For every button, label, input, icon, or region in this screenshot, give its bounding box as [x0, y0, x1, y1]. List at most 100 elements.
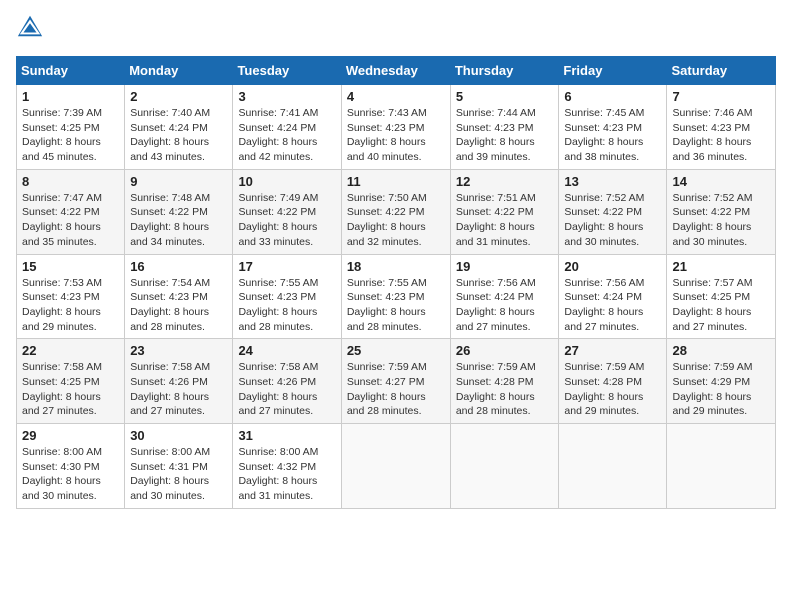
day-info: Sunrise: 7:48 AMSunset: 4:22 PMDaylight:… — [130, 191, 227, 250]
day-info: Sunrise: 7:59 AMSunset: 4:27 PMDaylight:… — [347, 360, 445, 419]
day-number: 11 — [347, 174, 445, 189]
day-number: 14 — [672, 174, 770, 189]
day-number: 16 — [130, 259, 227, 274]
calendar-cell — [450, 424, 559, 509]
day-number: 2 — [130, 89, 227, 104]
day-number: 20 — [564, 259, 661, 274]
day-number: 21 — [672, 259, 770, 274]
logo-icon — [16, 12, 44, 40]
calendar-cell: 10 Sunrise: 7:49 AMSunset: 4:22 PMDayligh… — [233, 169, 341, 254]
day-number: 10 — [238, 174, 335, 189]
day-info: Sunrise: 7:43 AMSunset: 4:23 PMDaylight:… — [347, 106, 445, 165]
day-number: 7 — [672, 89, 770, 104]
day-info: Sunrise: 7:52 AMSunset: 4:22 PMDaylight:… — [564, 191, 661, 250]
day-info: Sunrise: 7:40 AMSunset: 4:24 PMDaylight:… — [130, 106, 227, 165]
calendar-dow-wednesday: Wednesday — [341, 57, 450, 85]
calendar-dow-saturday: Saturday — [667, 57, 776, 85]
calendar-cell — [559, 424, 667, 509]
calendar-cell: 11 Sunrise: 7:50 AMSunset: 4:22 PMDayligh… — [341, 169, 450, 254]
day-info: Sunrise: 7:58 AMSunset: 4:25 PMDaylight:… — [22, 360, 119, 419]
day-info: Sunrise: 8:00 AMSunset: 4:30 PMDaylight:… — [22, 445, 119, 504]
day-info: Sunrise: 7:59 AMSunset: 4:29 PMDaylight:… — [672, 360, 770, 419]
day-number: 17 — [238, 259, 335, 274]
calendar-cell — [667, 424, 776, 509]
calendar-cell: 3 Sunrise: 7:41 AMSunset: 4:24 PMDaylight… — [233, 85, 341, 170]
calendar-cell: 18 Sunrise: 7:55 AMSunset: 4:23 PMDayligh… — [341, 254, 450, 339]
day-number: 18 — [347, 259, 445, 274]
calendar-cell: 29 Sunrise: 8:00 AMSunset: 4:30 PMDayligh… — [17, 424, 125, 509]
day-number: 3 — [238, 89, 335, 104]
calendar-cell: 2 Sunrise: 7:40 AMSunset: 4:24 PMDaylight… — [125, 85, 233, 170]
calendar-cell: 24Sunrise: 7:58 AMSunset: 4:26 PMDayligh… — [233, 339, 341, 424]
day-info: Sunrise: 7:50 AMSunset: 4:22 PMDaylight:… — [347, 191, 445, 250]
day-info: Sunrise: 7:56 AMSunset: 4:24 PMDaylight:… — [564, 276, 661, 335]
day-info: Sunrise: 7:55 AMSunset: 4:23 PMDaylight:… — [347, 276, 445, 335]
day-number: 28 — [672, 343, 770, 358]
calendar-table: SundayMondayTuesdayWednesdayThursdayFrid… — [16, 56, 776, 509]
day-number: 26 — [456, 343, 554, 358]
day-number: 13 — [564, 174, 661, 189]
day-number: 8 — [22, 174, 119, 189]
calendar-cell: 26 Sunrise: 7:59 AMSunset: 4:28 PMDayligh… — [450, 339, 559, 424]
calendar-cell: 12 Sunrise: 7:51 AMSunset: 4:22 PMDayligh… — [450, 169, 559, 254]
day-number: 12 — [456, 174, 554, 189]
calendar-week-5: 29 Sunrise: 8:00 AMSunset: 4:30 PMDayligh… — [17, 424, 776, 509]
day-info: Sunrise: 7:53 AMSunset: 4:23 PMDaylight:… — [22, 276, 119, 335]
day-number: 31 — [238, 428, 335, 443]
calendar-cell: 14Sunrise: 7:52 AMSunset: 4:22 PMDayligh… — [667, 169, 776, 254]
calendar-dow-tuesday: Tuesday — [233, 57, 341, 85]
day-number: 25 — [347, 343, 445, 358]
day-number: 5 — [456, 89, 554, 104]
logo — [16, 16, 48, 44]
page-header — [16, 16, 776, 44]
day-info: Sunrise: 7:46 AMSunset: 4:23 PMDaylight:… — [672, 106, 770, 165]
day-number: 22 — [22, 343, 119, 358]
day-info: Sunrise: 7:49 AMSunset: 4:22 PMDaylight:… — [238, 191, 335, 250]
day-info: Sunrise: 7:57 AMSunset: 4:25 PMDaylight:… — [672, 276, 770, 335]
calendar-week-4: 22 Sunrise: 7:58 AMSunset: 4:25 PMDayligh… — [17, 339, 776, 424]
calendar-cell: 22 Sunrise: 7:58 AMSunset: 4:25 PMDayligh… — [17, 339, 125, 424]
day-number: 29 — [22, 428, 119, 443]
day-info: Sunrise: 7:59 AMSunset: 4:28 PMDaylight:… — [456, 360, 554, 419]
calendar-week-1: 1 Sunrise: 7:39 AMSunset: 4:25 PMDaylight… — [17, 85, 776, 170]
calendar-cell: 17 Sunrise: 7:55 AMSunset: 4:23 PMDayligh… — [233, 254, 341, 339]
day-info: Sunrise: 7:47 AMSunset: 4:22 PMDaylight:… — [22, 191, 119, 250]
calendar-cell: 15 Sunrise: 7:53 AMSunset: 4:23 PMDayligh… — [17, 254, 125, 339]
day-info: Sunrise: 7:55 AMSunset: 4:23 PMDaylight:… — [238, 276, 335, 335]
calendar-cell: 25 Sunrise: 7:59 AMSunset: 4:27 PMDayligh… — [341, 339, 450, 424]
day-info: Sunrise: 7:56 AMSunset: 4:24 PMDaylight:… — [456, 276, 554, 335]
calendar-cell: 7 Sunrise: 7:46 AMSunset: 4:23 PMDaylight… — [667, 85, 776, 170]
day-number: 15 — [22, 259, 119, 274]
day-info: Sunrise: 8:00 AMSunset: 4:31 PMDaylight:… — [130, 445, 227, 504]
day-info: Sunrise: 7:58 AMSunset: 4:26 PMDaylight:… — [238, 360, 335, 419]
day-info: Sunrise: 7:51 AMSunset: 4:22 PMDaylight:… — [456, 191, 554, 250]
day-info: Sunrise: 7:59 AMSunset: 4:28 PMDaylight:… — [564, 360, 661, 419]
day-number: 23 — [130, 343, 227, 358]
day-number: 19 — [456, 259, 554, 274]
calendar-dow-sunday: Sunday — [17, 57, 125, 85]
calendar-cell: 5 Sunrise: 7:44 AMSunset: 4:23 PMDaylight… — [450, 85, 559, 170]
calendar-week-2: 8 Sunrise: 7:47 AMSunset: 4:22 PMDaylight… — [17, 169, 776, 254]
calendar-cell: 27 Sunrise: 7:59 AMSunset: 4:28 PMDayligh… — [559, 339, 667, 424]
day-info: Sunrise: 7:39 AMSunset: 4:25 PMDaylight:… — [22, 106, 119, 165]
day-info: Sunrise: 7:41 AMSunset: 4:24 PMDaylight:… — [238, 106, 335, 165]
calendar-header-row: SundayMondayTuesdayWednesdayThursdayFrid… — [17, 57, 776, 85]
day-number: 27 — [564, 343, 661, 358]
day-info: Sunrise: 8:00 AMSunset: 4:32 PMDaylight:… — [238, 445, 335, 504]
day-number: 4 — [347, 89, 445, 104]
calendar-dow-monday: Monday — [125, 57, 233, 85]
calendar-cell: 16Sunrise: 7:54 AMSunset: 4:23 PMDayligh… — [125, 254, 233, 339]
day-number: 1 — [22, 89, 119, 104]
calendar-cell: 28 Sunrise: 7:59 AMSunset: 4:29 PMDayligh… — [667, 339, 776, 424]
calendar-dow-thursday: Thursday — [450, 57, 559, 85]
calendar-cell: 8 Sunrise: 7:47 AMSunset: 4:22 PMDaylight… — [17, 169, 125, 254]
calendar-cell — [341, 424, 450, 509]
day-info: Sunrise: 7:58 AMSunset: 4:26 PMDaylight:… — [130, 360, 227, 419]
calendar-cell: 1 Sunrise: 7:39 AMSunset: 4:25 PMDaylight… — [17, 85, 125, 170]
day-number: 6 — [564, 89, 661, 104]
day-info: Sunrise: 7:44 AMSunset: 4:23 PMDaylight:… — [456, 106, 554, 165]
calendar-cell: 20 Sunrise: 7:56 AMSunset: 4:24 PMDayligh… — [559, 254, 667, 339]
calendar-cell: 21 Sunrise: 7:57 AMSunset: 4:25 PMDayligh… — [667, 254, 776, 339]
calendar-cell: 13 Sunrise: 7:52 AMSunset: 4:22 PMDayligh… — [559, 169, 667, 254]
day-info: Sunrise: 7:45 AMSunset: 4:23 PMDaylight:… — [564, 106, 661, 165]
